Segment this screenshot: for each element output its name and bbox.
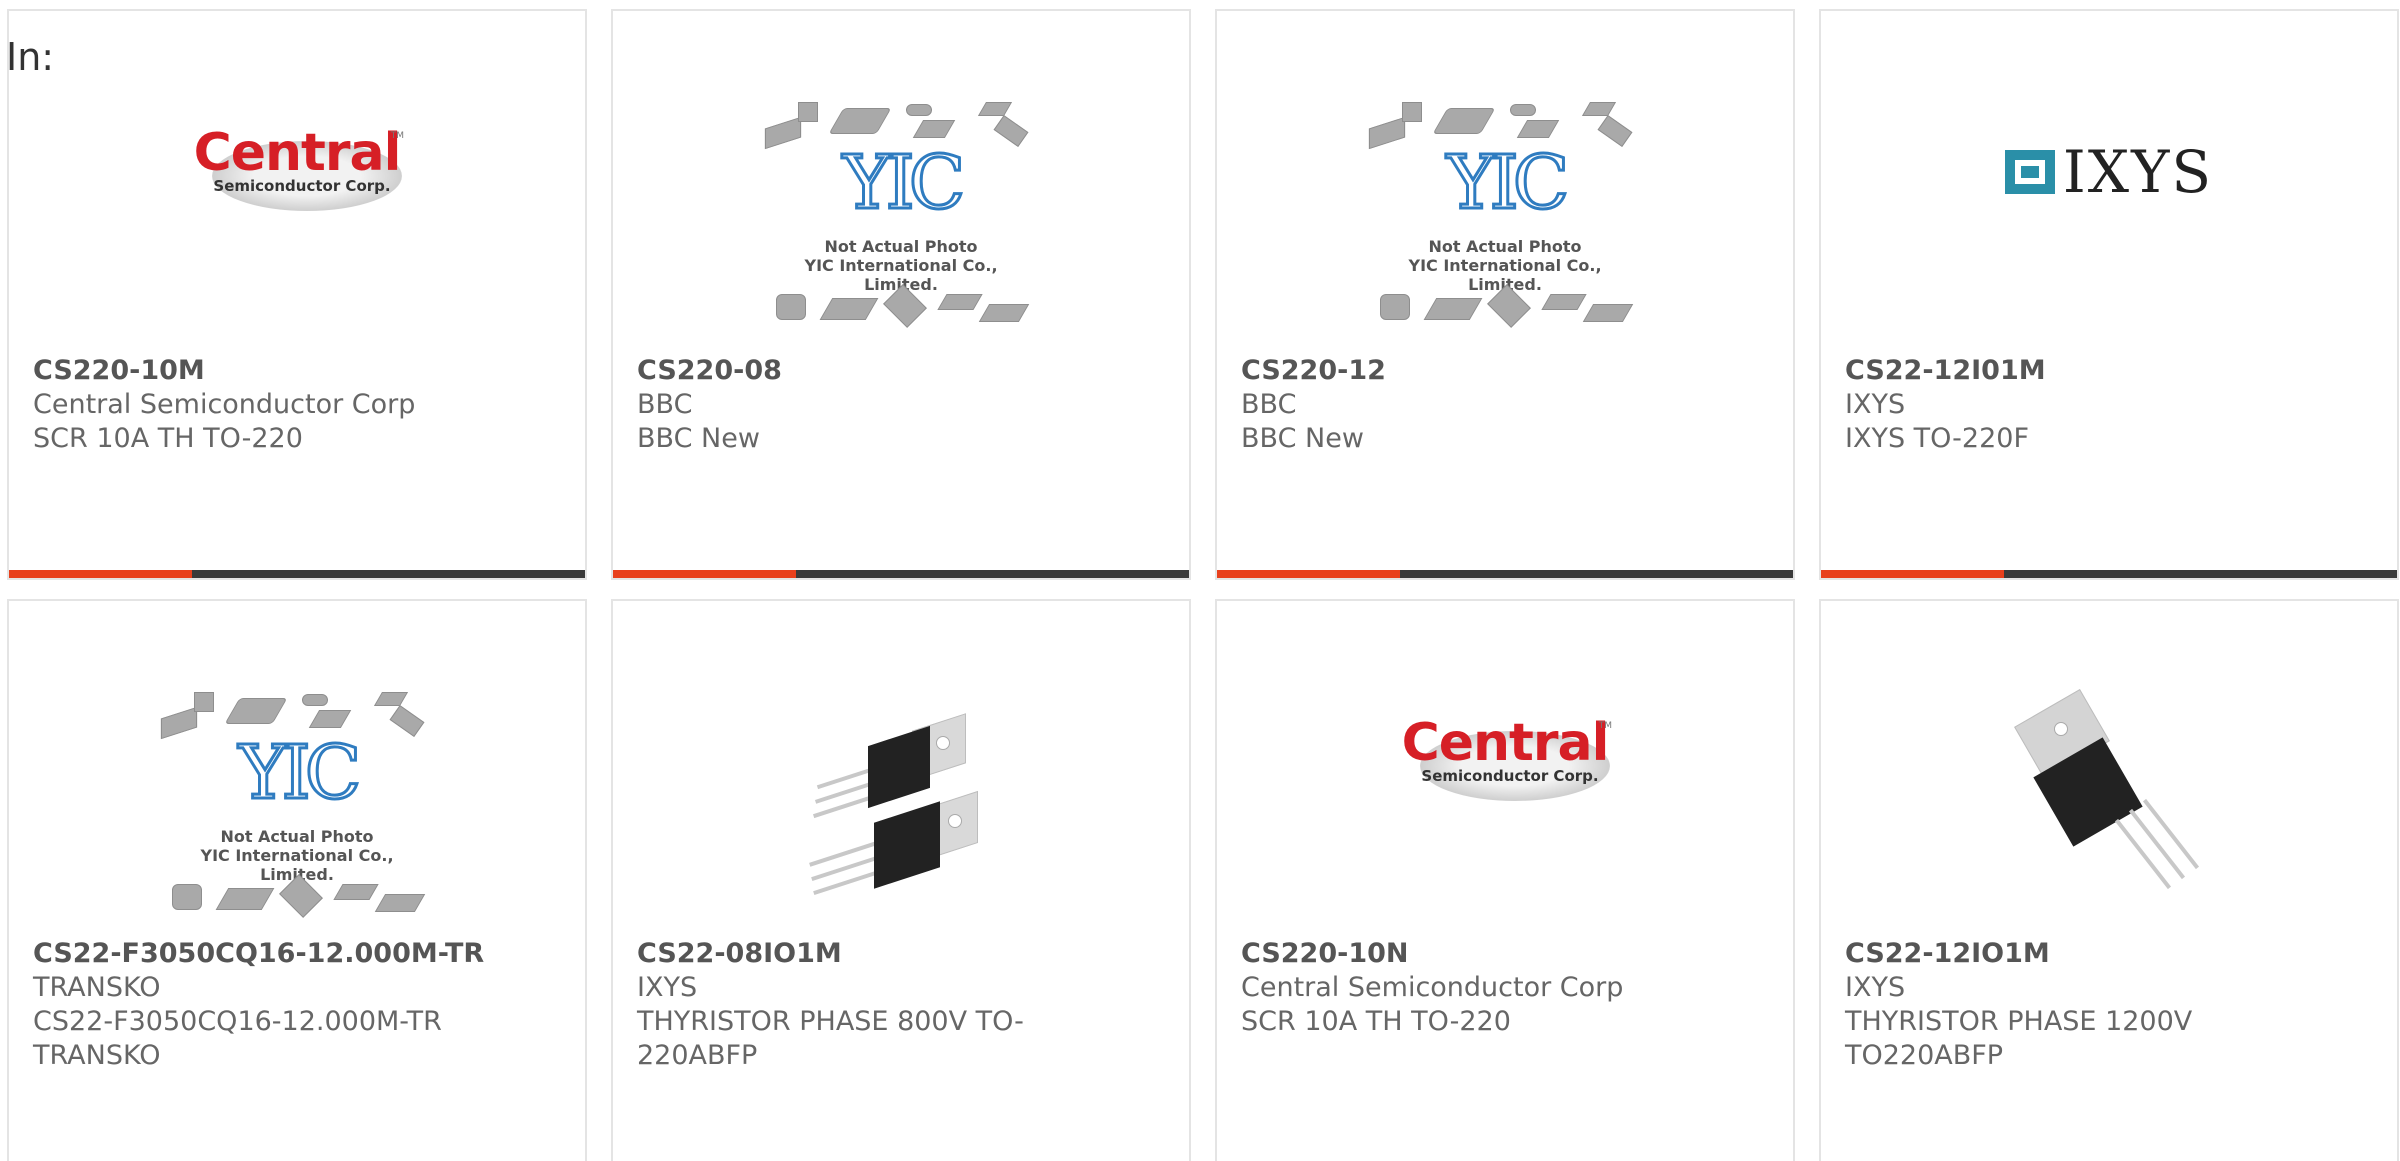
- product-image[interactable]: [1821, 601, 2397, 941]
- manufacturer: IXYS: [637, 972, 698, 1003]
- description: CS22-F3050CQ16-12.000M-TR TRANSKO: [33, 1006, 442, 1071]
- product-card[interactable]: YIC Not Actual Photo YIC International C…: [1215, 9, 1795, 580]
- card-accent-bar: [9, 570, 192, 578]
- product-image[interactable]: YIC Not Actual Photo YIC International C…: [1217, 11, 1793, 351]
- manufacturer: BBC: [1241, 389, 1297, 420]
- product-image[interactable]: Central Semiconductor Corp. TM: [9, 11, 585, 351]
- product-info: CS22-F3050CQ16-12.000M-TR TRANSKO CS22-F…: [33, 937, 561, 1073]
- card-accent-bar: [613, 570, 796, 578]
- description: SCR 10A TH TO-220: [33, 423, 303, 454]
- product-card[interactable]: CS22-08IO1M IXYS THYRISTOR PHASE 800V TO…: [611, 599, 1191, 1161]
- product-info: CS22-12I01M IXYS IXYS TO-220F: [1845, 354, 2373, 456]
- product-card[interactable]: Central Semiconductor Corp. TM CS220-10M…: [7, 9, 587, 580]
- product-image[interactable]: [613, 601, 1189, 941]
- manufacturer: TRANSKO: [33, 972, 161, 1003]
- product-image[interactable]: Central Semiconductor Corp. TM: [1217, 601, 1793, 941]
- part-number-link[interactable]: CS220-12: [1241, 354, 1769, 388]
- card-accent-bar: [1821, 570, 2004, 578]
- yic-placeholder-image: YIC Not Actual Photo YIC International C…: [1368, 94, 1640, 344]
- product-grid: Central Semiconductor Corp. TM CS220-10M…: [0, 0, 2400, 1161]
- part-number-link[interactable]: CS22-08IO1M: [637, 937, 1165, 971]
- card-accent-bar: [1217, 570, 1400, 578]
- to220-transistor-image: [2004, 689, 2214, 904]
- central-semiconductor-logo: Central Semiconductor Corp. TM: [192, 127, 404, 217]
- product-info: CS220-10M Central Semiconductor Corp SCR…: [33, 354, 561, 456]
- product-card[interactable]: CS22-12IO1M IXYS THYRISTOR PHASE 1200V T…: [1819, 599, 2399, 1161]
- description: BBC New: [637, 423, 760, 454]
- card-bottom-bar: [1217, 570, 1793, 578]
- description: THYRISTOR PHASE 800V TO-220ABFP: [637, 1006, 1024, 1071]
- product-info: CS220-08 BBC BBC New: [637, 354, 1165, 456]
- manufacturer: Central Semiconductor Corp: [33, 389, 416, 420]
- product-image[interactable]: IXYS: [1821, 11, 2397, 351]
- product-info: CS220-10N Central Semiconductor Corp SCR…: [1241, 937, 1769, 1039]
- manufacturer: BBC: [637, 389, 693, 420]
- description: SCR 10A TH TO-220: [1241, 1006, 1511, 1037]
- manufacturer: IXYS: [1845, 972, 1906, 1003]
- description: IXYS TO-220F: [1845, 423, 2029, 454]
- to220-transistor-pair-image: [796, 694, 1006, 904]
- part-number-link[interactable]: CS22-12I01M: [1845, 354, 2373, 388]
- in-label: In:: [6, 35, 55, 79]
- ixys-logo: IXYS: [2004, 138, 2213, 206]
- product-card[interactable]: YIC Not Actual Photo YIC International C…: [7, 599, 587, 1161]
- card-bottom-bar: [9, 570, 585, 578]
- card-bottom-bar: [613, 570, 1189, 578]
- manufacturer: Central Semiconductor Corp: [1241, 972, 1624, 1003]
- card-bottom-bar: [1821, 570, 2397, 578]
- description: THYRISTOR PHASE 1200V TO220ABFP: [1845, 1006, 2193, 1071]
- part-number-link[interactable]: CS220-08: [637, 354, 1165, 388]
- product-card[interactable]: IXYS CS22-12I01M IXYS IXYS TO-220F: [1819, 9, 2399, 580]
- product-info: CS22-12IO1M IXYS THYRISTOR PHASE 1200V T…: [1845, 937, 2373, 1073]
- product-info: CS22-08IO1M IXYS THYRISTOR PHASE 800V TO…: [637, 937, 1165, 1073]
- product-card[interactable]: Central Semiconductor Corp. TM CS220-10N…: [1215, 599, 1795, 1161]
- part-number-link[interactable]: CS220-10N: [1241, 937, 1769, 971]
- product-card[interactable]: YIC Not Actual Photo YIC International C…: [611, 9, 1191, 580]
- product-image[interactable]: YIC Not Actual Photo YIC International C…: [9, 601, 585, 941]
- part-number-link[interactable]: CS220-10M: [33, 354, 561, 388]
- manufacturer: IXYS: [1845, 389, 1906, 420]
- part-number-link[interactable]: CS22-F3050CQ16-12.000M-TR: [33, 937, 561, 971]
- ixys-mark-icon: [2004, 150, 2055, 194]
- part-number-link[interactable]: CS22-12IO1M: [1845, 937, 2373, 971]
- yic-placeholder-image: YIC Not Actual Photo YIC International C…: [160, 684, 432, 934]
- product-info: CS220-12 BBC BBC New: [1241, 354, 1769, 456]
- product-image[interactable]: YIC Not Actual Photo YIC International C…: [613, 11, 1189, 351]
- description: BBC New: [1241, 423, 1364, 454]
- yic-placeholder-image: YIC Not Actual Photo YIC International C…: [764, 94, 1036, 344]
- central-semiconductor-logo: Central Semiconductor Corp. TM: [1400, 717, 1612, 807]
